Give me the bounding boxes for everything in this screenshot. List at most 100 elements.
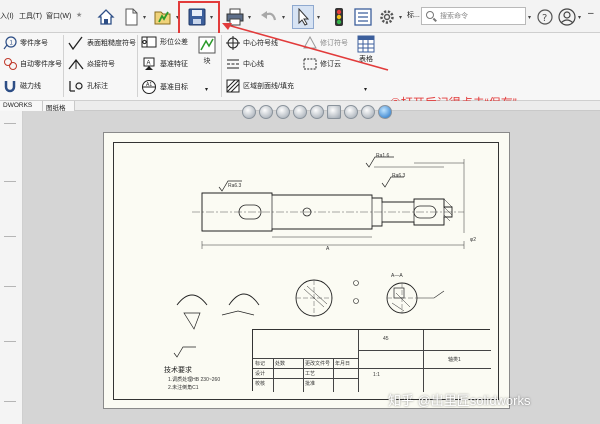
hole-callout-label: 孔标注 bbox=[87, 83, 108, 90]
surface-finish-label: 表面粗糙度符号 bbox=[87, 40, 136, 47]
zoom-area-icon[interactable] bbox=[259, 105, 273, 119]
new-document-button[interactable] bbox=[120, 5, 142, 29]
section-view-icon[interactable] bbox=[293, 105, 307, 119]
revision-symbol-icon bbox=[303, 36, 317, 49]
area-hatch-button[interactable]: 区域剖面线/填充 bbox=[226, 79, 294, 93]
watermark: 知乎 @出里匠solidworks bbox=[388, 393, 531, 408]
menu-window[interactable]: 窗口(W) bbox=[46, 11, 71, 21]
heads-up-toolbar bbox=[242, 101, 392, 123]
phi-mark: φ2 bbox=[470, 237, 477, 243]
rotate-view-icon[interactable] bbox=[310, 105, 324, 119]
home-icon bbox=[97, 9, 115, 25]
user-icon bbox=[558, 8, 576, 26]
datum-target-label: 基准目标 bbox=[160, 84, 188, 91]
centerline-label: 中心线 bbox=[243, 61, 264, 68]
chevron-down-icon[interactable]: ▾ bbox=[205, 86, 208, 93]
tab-solidworks-addins[interactable]: DWORKS 插件 bbox=[0, 101, 43, 119]
panel-divider bbox=[4, 123, 16, 124]
feature-manager-panel[interactable] bbox=[0, 111, 23, 424]
center-mark-icon bbox=[226, 36, 240, 50]
menu-insert[interactable]: 入(I) bbox=[0, 11, 14, 21]
chevron-down-icon[interactable]: ▾ bbox=[317, 14, 320, 21]
chevron-down-icon[interactable]: ▾ bbox=[399, 14, 402, 21]
search-scope[interactable]: 标... bbox=[407, 10, 420, 20]
magnetic-line-button[interactable]: 磁力线 bbox=[3, 79, 41, 93]
auto-balloon-button[interactable]: 自动零件序号 bbox=[3, 57, 62, 71]
display-style-icon[interactable] bbox=[327, 105, 341, 119]
chevron-down-icon[interactable]: ▾ bbox=[578, 14, 581, 21]
area-hatch-icon bbox=[226, 79, 240, 93]
chevron-down-icon[interactable]: ▾ bbox=[248, 14, 251, 21]
balloon-button[interactable]: 1 零件序号 bbox=[3, 36, 48, 50]
open-button[interactable] bbox=[152, 5, 174, 29]
datum-feature-label: 基准特征 bbox=[160, 61, 188, 68]
pin-icon[interactable]: ★ bbox=[76, 11, 82, 19]
balloon-label: 零件序号 bbox=[20, 40, 48, 47]
chevron-down-icon[interactable]: ▾ bbox=[282, 14, 285, 21]
table-button[interactable]: 表格 bbox=[357, 35, 375, 64]
tb-row-design: 设计 bbox=[255, 371, 266, 377]
undo-button[interactable] bbox=[258, 5, 280, 29]
table-icon bbox=[357, 35, 375, 53]
help-button[interactable]: ? bbox=[534, 5, 556, 29]
block-button[interactable]: 块 bbox=[198, 36, 216, 66]
pointer-icon bbox=[298, 8, 310, 26]
table-label: 表格 bbox=[359, 56, 373, 63]
tb-row-check: 校核 bbox=[255, 381, 266, 387]
center-mark-button[interactable]: 中心符号线 bbox=[226, 36, 278, 50]
options-button[interactable] bbox=[376, 5, 398, 29]
menu-tools[interactable]: 工具(T) bbox=[19, 11, 42, 21]
search-icon bbox=[426, 11, 434, 19]
chevron-down-icon[interactable]: ▾ bbox=[528, 14, 531, 21]
note-2: 2.未注倒角C1 bbox=[168, 385, 199, 391]
print-button[interactable] bbox=[224, 5, 246, 29]
geometric-tolerance-label: 形位公差 bbox=[160, 39, 188, 46]
help-icon: ? bbox=[537, 9, 553, 25]
search-input[interactable]: 搜索命令 bbox=[421, 7, 526, 25]
zoom-to-fit-icon[interactable] bbox=[242, 105, 256, 119]
ribbon-separator bbox=[137, 35, 138, 97]
title-block-line bbox=[253, 358, 358, 359]
file-properties-button[interactable] bbox=[352, 5, 374, 29]
home-button[interactable] bbox=[95, 5, 117, 29]
geometric-tolerance-button[interactable]: 形位公差 bbox=[141, 36, 188, 48]
revision-cloud-button[interactable]: 修订云 bbox=[303, 57, 341, 71]
notes-title: 技术要求 bbox=[164, 367, 192, 374]
open-icon bbox=[154, 11, 171, 25]
datum-target-button[interactable]: A1 基准目标 bbox=[141, 79, 188, 95]
drawing-sheet[interactable]: Ra6.3 Ra6.3 Ra1.6 A φ2 A—A 技术要求 1.调质处理HB… bbox=[103, 132, 510, 409]
chevron-down-icon[interactable]: ▾ bbox=[143, 14, 146, 21]
scene-icon[interactable] bbox=[378, 105, 392, 119]
weld-symbol-button[interactable]: 焱接符号 bbox=[68, 57, 115, 71]
select-button[interactable] bbox=[292, 5, 314, 29]
chevron-down-icon[interactable]: ▾ bbox=[364, 86, 367, 93]
datum-feature-button[interactable]: A 基准特征 bbox=[141, 57, 188, 71]
revision-symbol-button[interactable]: 修订符号 bbox=[303, 36, 348, 50]
title-block-line bbox=[253, 378, 358, 379]
tb-material: 45 bbox=[383, 336, 389, 342]
centerline-button[interactable]: 中心线 bbox=[226, 57, 264, 71]
hide-show-icon[interactable] bbox=[344, 105, 358, 119]
edit-appearance-icon[interactable] bbox=[361, 105, 375, 119]
center-mark-label: 中心符号线 bbox=[243, 40, 278, 47]
note-1: 1.调质处理HB 230~260 bbox=[168, 377, 221, 383]
surface-finish-button[interactable]: 表面粗糙度符号 bbox=[68, 36, 136, 50]
panel-divider bbox=[4, 181, 16, 182]
title-block-line bbox=[303, 358, 304, 392]
datum-target-icon: A1 bbox=[142, 80, 156, 94]
save-highlight-box bbox=[178, 1, 220, 35]
account-button[interactable] bbox=[556, 5, 578, 29]
panel-divider bbox=[4, 236, 16, 237]
search-placeholder: 搜索命令 bbox=[440, 13, 468, 20]
minimize-icon[interactable]: – bbox=[588, 8, 594, 19]
hole-callout-button[interactable]: 孔标注 bbox=[68, 79, 108, 93]
area-hatch-label: 区域剖面线/填充 bbox=[243, 83, 294, 90]
panel-divider bbox=[4, 401, 16, 402]
ribbon-separator bbox=[63, 35, 64, 97]
auto-balloon-label: 自动零件序号 bbox=[20, 61, 62, 68]
tab-sheet-format[interactable]: 图纸格式 bbox=[43, 101, 75, 122]
auto-balloon-icon bbox=[4, 58, 17, 70]
previous-view-icon[interactable] bbox=[276, 105, 290, 119]
block-icon bbox=[198, 36, 216, 54]
rebuild-button[interactable] bbox=[328, 5, 350, 29]
